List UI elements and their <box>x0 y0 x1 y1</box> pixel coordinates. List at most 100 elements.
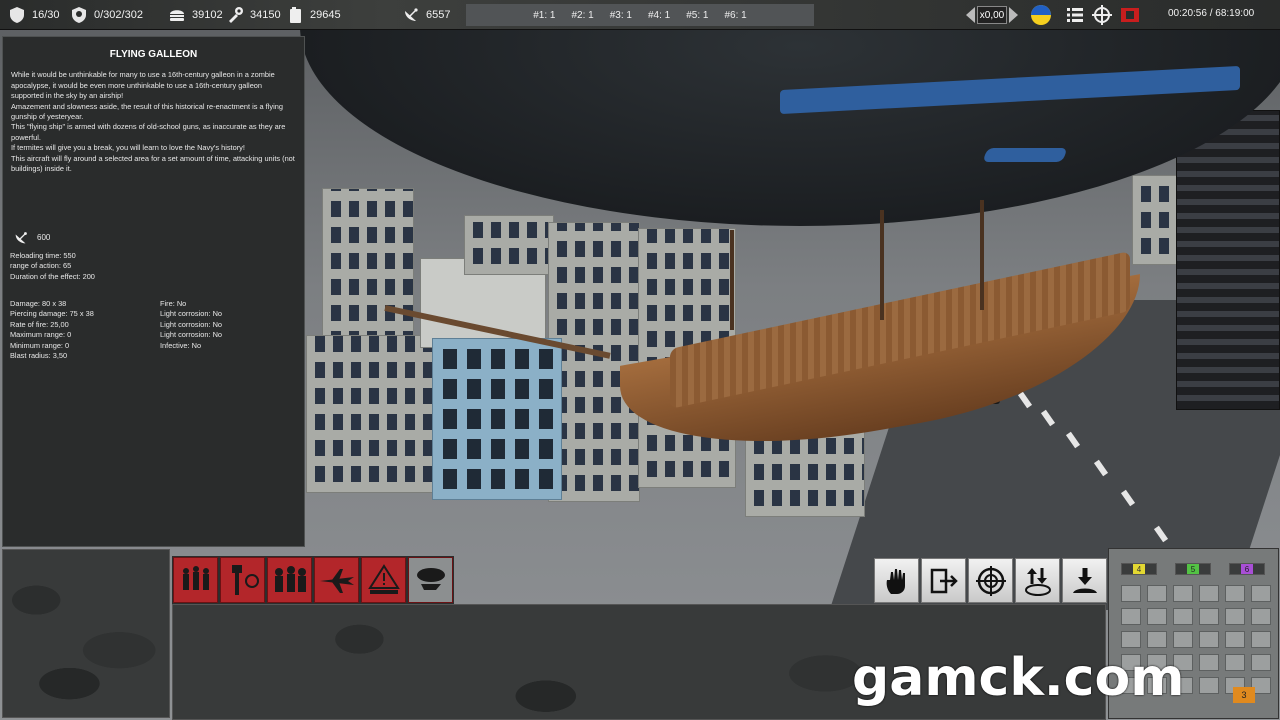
infantry-card[interactable] <box>173 557 218 603</box>
unit-info-panel: FLYING GALLEON While it would be unthink… <box>2 36 305 547</box>
building[interactable] <box>464 215 554 275</box>
swap-arrows-icon <box>1024 567 1051 596</box>
airship-icon <box>416 568 445 590</box>
population-value: 0/302/302 <box>94 8 143 21</box>
stat-infective: Infective: No <box>160 340 202 350</box>
exit-button[interactable] <box>921 558 966 603</box>
food-counter[interactable]: 39102 <box>168 0 223 30</box>
swap-button[interactable] <box>1015 558 1060 603</box>
population-counter[interactable]: 0/302/302 <box>70 0 143 30</box>
galleon-mast <box>730 230 734 330</box>
unit-slot[interactable] <box>1147 585 1167 602</box>
speed-up-arrow-icon[interactable] <box>1009 7 1018 23</box>
galleon-mast <box>980 200 984 310</box>
effect-duration: Duration of the effect: 200 <box>10 271 95 281</box>
unit-slot[interactable] <box>1173 608 1193 625</box>
game-timer: 00:20:56 / 68:19:00 <box>1168 8 1255 19</box>
speed-down-arrow-icon[interactable] <box>966 7 975 23</box>
exit-icon <box>930 568 958 593</box>
marker-badge[interactable]: 3 <box>1233 687 1255 703</box>
units-counter[interactable]: 16/30 <box>8 0 60 30</box>
unit-slot[interactable] <box>1173 585 1193 602</box>
food-value: 39102 <box>192 8 223 21</box>
building[interactable] <box>306 335 436 493</box>
unit-slot[interactable] <box>1225 585 1245 602</box>
unit-slot[interactable] <box>1251 608 1271 625</box>
jerrycan-icon <box>290 6 301 23</box>
stat-damage: Damage: 80 x 38 <box>10 299 67 308</box>
unit-slot[interactable] <box>1147 608 1167 625</box>
unit-slot[interactable] <box>1251 631 1271 648</box>
unit-cost: 600 <box>13 230 50 246</box>
unit-slot[interactable] <box>1199 585 1219 602</box>
range-of-action: range of action: 65 <box>10 261 72 271</box>
airship-card[interactable] <box>408 557 453 603</box>
galleon-mast <box>880 210 884 320</box>
stat-blast-radius: Blast radius: 3,50 <box>10 351 68 361</box>
hand-icon <box>886 568 905 594</box>
stop-button[interactable] <box>874 558 919 603</box>
squad-6[interactable]: #6: 1 <box>725 10 747 21</box>
unit-slot[interactable] <box>1251 585 1271 602</box>
group-6-label: 6 <box>1241 564 1253 574</box>
special-card[interactable] <box>361 557 406 603</box>
fuel-counter[interactable]: 29645 <box>286 0 341 30</box>
material-value: 34150 <box>250 8 281 21</box>
soldiers-icon <box>182 566 209 590</box>
land-button[interactable] <box>1062 558 1107 603</box>
unit-slot[interactable] <box>1121 608 1141 625</box>
shield-icon <box>10 6 24 23</box>
group-5-slot[interactable]: 5 <box>1175 563 1211 575</box>
shield-skull-icon <box>72 6 86 23</box>
unit-description: While it would be unthinkable for many t… <box>11 70 295 174</box>
speed-value: x0,00 <box>977 6 1007 24</box>
action-buttons <box>874 558 1107 603</box>
target-button[interactable] <box>968 558 1013 603</box>
watchtower-icon <box>231 565 259 595</box>
down-arrow-icon <box>1072 567 1097 593</box>
tower-card[interactable] <box>220 557 265 603</box>
unit-slot[interactable] <box>1225 654 1245 671</box>
watermark: gamck.com <box>852 648 1185 708</box>
unit-slot[interactable] <box>1199 677 1219 694</box>
airship-fin <box>982 148 1068 162</box>
group-5-label: 5 <box>1187 564 1199 574</box>
unit-slot[interactable] <box>1147 631 1167 648</box>
satellite-counter[interactable]: 6557 <box>402 0 450 30</box>
unit-slot[interactable] <box>1225 631 1245 648</box>
unit-title: FLYING GALLEON <box>109 49 198 60</box>
stat-maximum-range: Maximum range: 0 <box>10 330 72 340</box>
group-selector: 4 5 6 <box>1121 563 1270 575</box>
unit-slot[interactable] <box>1251 654 1271 671</box>
stat-fire: Fire: No <box>160 299 187 308</box>
building-dark[interactable] <box>1176 110 1280 410</box>
squad-card[interactable] <box>267 557 312 603</box>
unit-slot[interactable] <box>1173 631 1193 648</box>
stat-light-corrosion: Light corrosion: No <box>160 309 223 319</box>
unit-slot[interactable] <box>1121 631 1141 648</box>
material-counter[interactable]: 34150 <box>226 0 281 30</box>
group-6-slot[interactable]: 6 <box>1229 563 1265 575</box>
units-value: 16/30 <box>32 8 60 21</box>
fire-alert-icon[interactable] <box>1120 6 1140 24</box>
minimap[interactable] <box>2 549 170 718</box>
flying-galleon[interactable] <box>560 200 1150 476</box>
unit-slot[interactable] <box>1121 585 1141 602</box>
squad-3[interactable]: #3: 1 <box>610 10 632 21</box>
squad-2[interactable]: #2: 1 <box>572 10 594 21</box>
unit-slot[interactable] <box>1199 654 1219 671</box>
unit-slot[interactable] <box>1199 631 1219 648</box>
squad-1[interactable]: #1: 1 <box>533 10 555 21</box>
crosshair-icon[interactable] <box>1092 5 1112 25</box>
unit-slot[interactable] <box>1199 608 1219 625</box>
building-blue[interactable] <box>432 338 562 500</box>
ukraine-flag-icon[interactable] <box>1030 4 1052 26</box>
aircraft-card[interactable] <box>314 557 359 603</box>
list-menu-icon[interactable] <box>1066 6 1084 24</box>
squad-4[interactable]: #4: 1 <box>648 10 670 21</box>
reload-time: Reloading time: 550 <box>10 251 76 260</box>
group-4-slot[interactable]: 4 <box>1121 563 1157 575</box>
build-category-cards <box>172 556 454 604</box>
unit-slot[interactable] <box>1225 608 1245 625</box>
squad-5[interactable]: #5: 1 <box>686 10 708 21</box>
